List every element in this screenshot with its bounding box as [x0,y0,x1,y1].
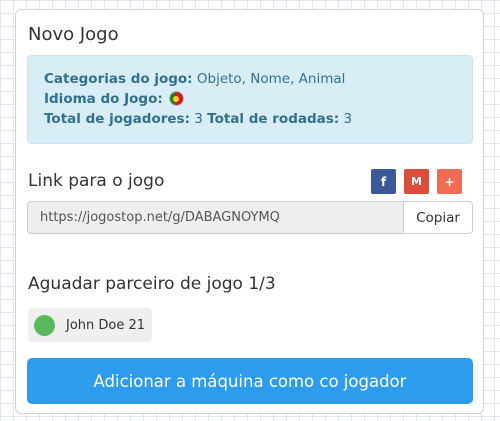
game-info-panel: Categorias do jogo: Objeto, Nome, Animal… [27,55,473,144]
portugal-flag-icon [169,91,185,106]
facebook-share-button[interactable]: f [371,169,396,194]
player-name: John Doe 21 [66,317,146,333]
totals-row: Total de jogadores: 3 Total de rodadas: … [44,109,472,129]
rounds-label: Total de rodadas: [207,111,340,127]
plus-icon: + [444,174,455,189]
categories-value: Objeto, Nome, Animal [196,71,346,87]
gmail-share-button[interactable]: M [404,169,429,194]
players-value: 3 [194,111,203,127]
new-game-card: Novo Jogo Categorias do jogo: Objeto, No… [15,9,484,414]
player-chip: John Doe 21 [28,308,153,342]
rounds-value: 3 [343,111,353,127]
language-label: Idioma do Jogo: [44,91,163,107]
game-link-input[interactable]: https://jogostop.net/g/DABAGNOYMQ [27,201,403,234]
card-title: Novo Jogo [28,24,119,45]
game-link-group: https://jogostop.net/g/DABAGNOYMQ Copiar [27,201,473,234]
categories-label: Categorias do jogo: [44,71,193,87]
link-label: Link para o jogo [28,171,165,191]
copy-button[interactable]: Copiar [403,201,473,234]
waiting-status: Aguadar parceiro de jogo 1/3 [28,274,276,294]
language-row: Idioma do Jogo: [44,89,472,109]
online-status-icon [34,314,55,336]
categories-row: Categorias do jogo: Objeto, Nome, Animal [44,69,472,89]
add-machine-button[interactable]: Adicionar a máquina como co jogador [27,358,473,404]
gmail-icon: M [411,175,422,188]
googleplus-share-button[interactable]: + [437,169,462,194]
players-label: Total de jogadores: [44,111,190,127]
facebook-icon: f [380,174,387,189]
